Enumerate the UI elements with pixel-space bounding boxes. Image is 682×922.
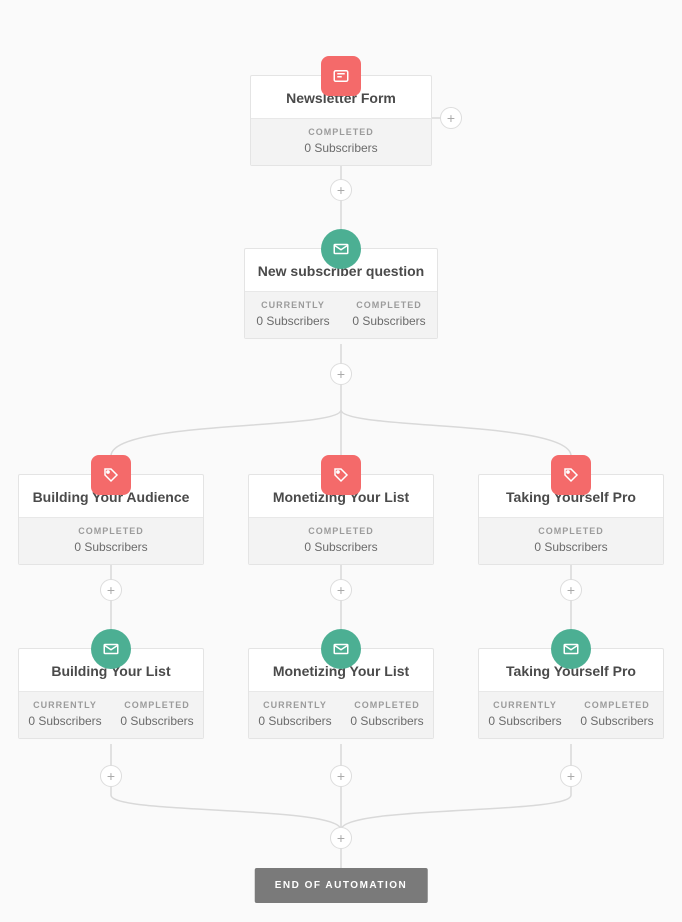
add-step-button[interactable]: + — [100, 579, 122, 601]
add-step-button[interactable]: + — [330, 765, 352, 787]
email-icon — [321, 629, 361, 669]
email-icon — [91, 629, 131, 669]
stat-label-currently: CURRENTLY — [483, 700, 567, 710]
node-subscriber-question[interactable]: New subscriber question CURRENTLY 0 Subs… — [244, 248, 438, 339]
stat-value: 0 Subscribers — [249, 314, 337, 328]
add-step-button[interactable]: + — [330, 579, 352, 601]
node-newsletter-form[interactable]: Newsletter Form COMPLETED 0 Subscribers — [250, 75, 432, 166]
tag-icon — [321, 455, 361, 495]
node-monetizing-list-tag[interactable]: Monetizing Your List COMPLETED 0 Subscri… — [248, 474, 434, 565]
stat-label-completed: COMPLETED — [345, 300, 433, 310]
add-step-button[interactable]: + — [100, 765, 122, 787]
stat-label-completed: COMPLETED — [23, 526, 199, 536]
stat-label-completed: COMPLETED — [253, 526, 429, 536]
stat-label-completed: COMPLETED — [345, 700, 429, 710]
stat-label-completed: COMPLETED — [575, 700, 659, 710]
stat-value: 0 Subscribers — [483, 540, 659, 554]
add-step-button[interactable]: + — [560, 579, 582, 601]
email-icon — [321, 229, 361, 269]
tag-icon — [551, 455, 591, 495]
node-building-list[interactable]: Building Your List CURRENTLY 0 Subscribe… — [18, 648, 204, 739]
stat-value: 0 Subscribers — [23, 714, 107, 728]
stat-value: 0 Subscribers — [575, 714, 659, 728]
add-step-button[interactable]: + — [330, 827, 352, 849]
node-building-audience[interactable]: Building Your Audience COMPLETED 0 Subsc… — [18, 474, 204, 565]
stat-value: 0 Subscribers — [23, 540, 199, 554]
node-monetizing-list-seq[interactable]: Monetizing Your List CURRENTLY 0 Subscri… — [248, 648, 434, 739]
node-taking-pro-seq[interactable]: Taking Yourself Pro CURRENTLY 0 Subscrib… — [478, 648, 664, 739]
stat-value: 0 Subscribers — [253, 540, 429, 554]
stat-label-completed: COMPLETED — [115, 700, 199, 710]
node-taking-pro-tag[interactable]: Taking Yourself Pro COMPLETED 0 Subscrib… — [478, 474, 664, 565]
stat-value: 0 Subscribers — [345, 714, 429, 728]
add-branch-button[interactable]: + — [440, 107, 462, 129]
add-step-button[interactable]: + — [560, 765, 582, 787]
end-of-automation-badge: END OF AUTOMATION — [255, 868, 428, 903]
stat-label-currently: CURRENTLY — [23, 700, 107, 710]
add-step-button[interactable]: + — [330, 363, 352, 385]
stat-value: 0 Subscribers — [115, 714, 199, 728]
tag-icon — [91, 455, 131, 495]
automation-canvas: Newsletter Form COMPLETED 0 Subscribers … — [0, 0, 682, 922]
stat-label-currently: CURRENTLY — [249, 300, 337, 310]
form-icon — [321, 56, 361, 96]
email-icon — [551, 629, 591, 669]
add-step-button[interactable]: + — [330, 179, 352, 201]
stat-label-completed: COMPLETED — [255, 127, 427, 137]
stat-label-completed: COMPLETED — [483, 526, 659, 536]
stat-label-currently: CURRENTLY — [253, 700, 337, 710]
stat-value: 0 Subscribers — [253, 714, 337, 728]
stat-value: 0 Subscribers — [345, 314, 433, 328]
stat-value: 0 Subscribers — [483, 714, 567, 728]
stat-value: 0 Subscribers — [255, 141, 427, 155]
